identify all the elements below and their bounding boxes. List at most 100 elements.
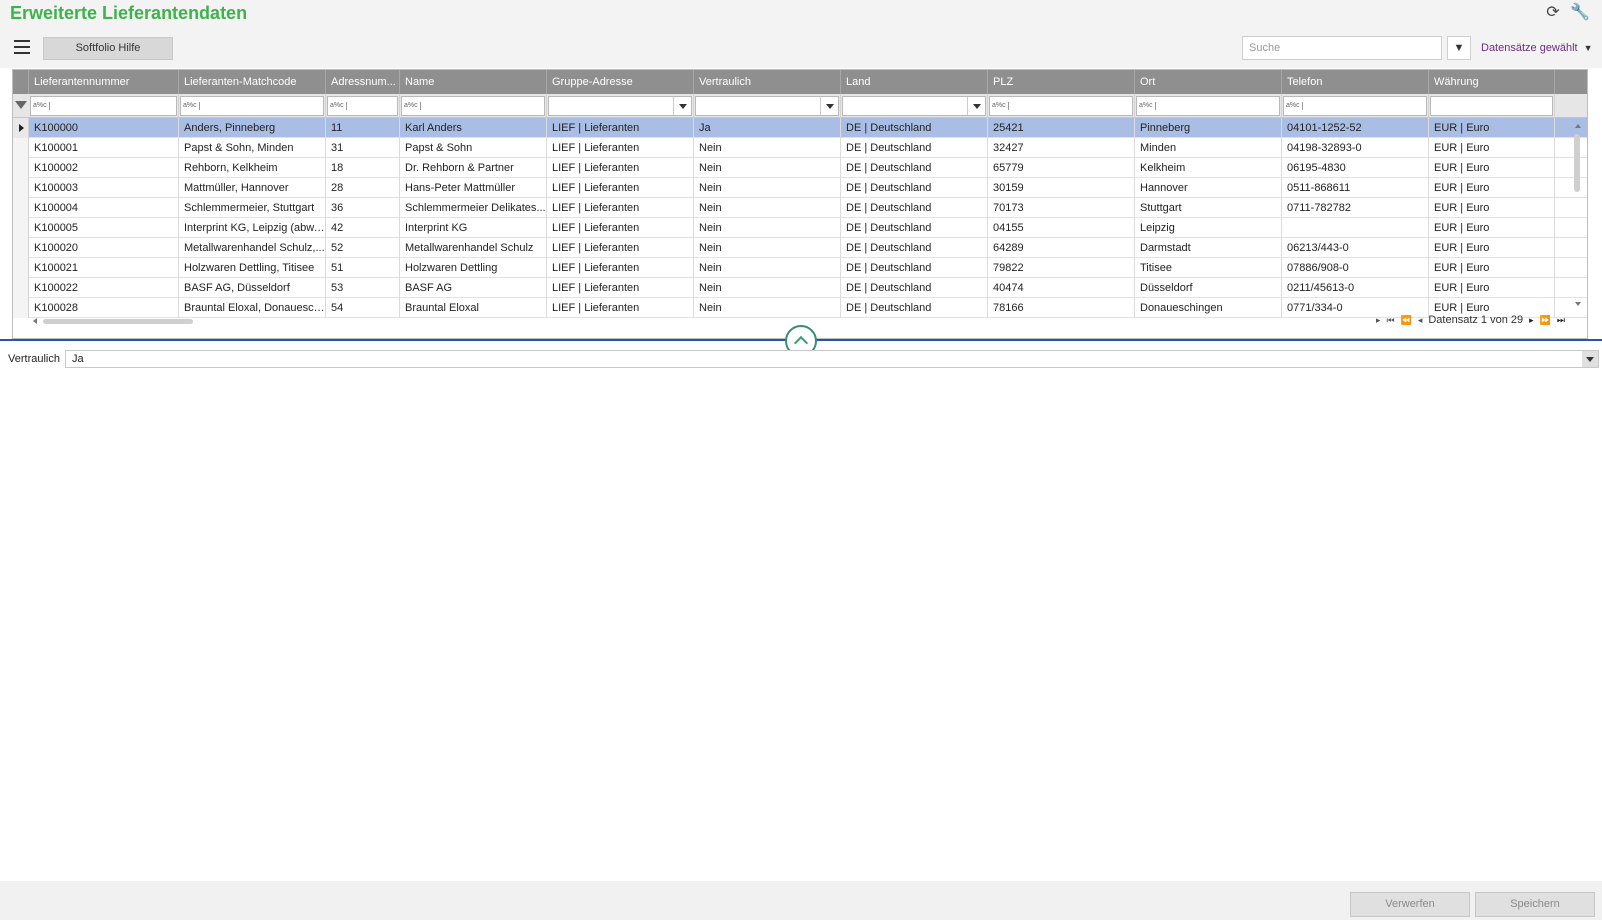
records-selected-dropdown[interactable]: Datensätze gewählt ▼ xyxy=(1481,42,1593,54)
column-header[interactable]: PLZ xyxy=(988,70,1135,94)
filter-operator-icon[interactable]: a%c xyxy=(1139,102,1156,110)
table-cell[interactable]: 07886/908-0 xyxy=(1282,258,1429,278)
filter-input[interactable]: a%c xyxy=(401,96,545,116)
table-cell[interactable]: K100005 xyxy=(29,218,179,238)
table-cell[interactable]: DE | Deutschland xyxy=(841,118,988,138)
filter-input[interactable]: a%c xyxy=(989,96,1133,116)
refresh-icon[interactable]: ⟳ xyxy=(1544,2,1562,22)
table-cell[interactable]: EUR | Euro xyxy=(1429,278,1555,298)
scroll-thumb[interactable] xyxy=(1574,134,1580,192)
table-cell[interactable]: Titisee xyxy=(1135,258,1282,278)
vertical-scrollbar[interactable] xyxy=(1573,120,1583,308)
wrench-icon[interactable]: 🔧 xyxy=(1570,2,1590,22)
table-cell[interactable]: EUR | Euro xyxy=(1429,238,1555,258)
table-cell[interactable]: 70173 xyxy=(988,198,1135,218)
table-cell[interactable]: K100001 xyxy=(29,138,179,158)
table-cell[interactable]: 11 xyxy=(326,118,400,138)
table-cell[interactable]: 32427 xyxy=(988,138,1135,158)
table-cell[interactable]: Nein xyxy=(694,158,841,178)
table-cell[interactable]: 04101-1252-52 xyxy=(1282,118,1429,138)
table-cell[interactable]: Brauntal Eloxal xyxy=(400,298,547,318)
table-cell[interactable]: Rehborn, Kelkheim xyxy=(179,158,326,178)
table-row[interactable]: K100002 Rehborn, Kelkheim 18 Dr. Rehborn & … xyxy=(13,158,1587,178)
chevron-down-icon[interactable] xyxy=(673,97,691,115)
column-header[interactable]: Gruppe-Adresse xyxy=(547,70,694,94)
table-cell[interactable]: Pinneberg xyxy=(1135,118,1282,138)
table-cell[interactable]: Darmstadt xyxy=(1135,238,1282,258)
table-cell[interactable]: K100000 xyxy=(29,118,179,138)
table-cell[interactable]: DE | Deutschland xyxy=(841,298,988,318)
table-cell[interactable]: LIEF | Lieferanten xyxy=(547,218,694,238)
table-cell[interactable]: Schlemmermeier Delikates... xyxy=(400,198,547,218)
table-cell[interactable]: Metallwarenhandel Schulz xyxy=(400,238,547,258)
table-cell[interactable]: Karl Anders xyxy=(400,118,547,138)
table-cell[interactable]: Donaueschingen xyxy=(1135,298,1282,318)
table-cell[interactable]: Nein xyxy=(694,258,841,278)
column-header[interactable]: Lieferantennummer xyxy=(29,70,179,94)
column-header[interactable]: Telefon xyxy=(1282,70,1429,94)
table-cell[interactable]: 79822 xyxy=(988,258,1135,278)
search-input[interactable] xyxy=(1242,36,1442,60)
table-cell[interactable]: 31 xyxy=(326,138,400,158)
table-cell[interactable]: Nein xyxy=(694,238,841,258)
table-cell[interactable]: 04155 xyxy=(988,218,1135,238)
table-cell[interactable]: Nein xyxy=(694,138,841,158)
table-cell[interactable]: Hannover xyxy=(1135,178,1282,198)
table-cell[interactable]: DE | Deutschland xyxy=(841,238,988,258)
table-row[interactable]: K100020 Metallwarenhandel Schulz,... 52 Met… xyxy=(13,238,1587,258)
row-gutter[interactable] xyxy=(13,238,29,258)
table-cell[interactable]: 51 xyxy=(326,258,400,278)
filter-dropdown[interactable] xyxy=(548,96,692,116)
table-cell[interactable]: Nein xyxy=(694,298,841,318)
table-row[interactable]: K100004 Schlemmermeier, Stuttgart 36 Schlem… xyxy=(13,198,1587,218)
table-cell[interactable]: Nein xyxy=(694,218,841,238)
table-cell[interactable]: Brauntal Eloxal, Donauesch... xyxy=(179,298,326,318)
table-cell[interactable]: EUR | Euro xyxy=(1429,138,1555,158)
table-cell[interactable]: 06195-4830 xyxy=(1282,158,1429,178)
table-cell[interactable]: Stuttgart xyxy=(1135,198,1282,218)
table-cell[interactable]: Interprint KG, Leipzig (abw.... xyxy=(179,218,326,238)
pager-prev-icon[interactable]: ◂ xyxy=(1418,315,1423,326)
table-cell[interactable]: 18 xyxy=(326,158,400,178)
table-cell[interactable]: 42 xyxy=(326,218,400,238)
column-header[interactable]: Adressnum... xyxy=(326,70,400,94)
table-cell[interactable]: LIEF | Lieferanten xyxy=(547,158,694,178)
save-button[interactable]: Speichern xyxy=(1475,892,1595,917)
table-cell[interactable]: BASF AG, Düsseldorf xyxy=(179,278,326,298)
table-cell[interactable]: Interprint KG xyxy=(400,218,547,238)
table-cell[interactable]: DE | Deutschland xyxy=(841,278,988,298)
help-button[interactable]: Softfolio Hilfe xyxy=(43,37,173,60)
table-cell[interactable]: EUR | Euro xyxy=(1429,118,1555,138)
table-cell[interactable]: Nein xyxy=(694,178,841,198)
table-cell[interactable]: LIEF | Lieferanten xyxy=(547,118,694,138)
row-gutter[interactable] xyxy=(13,218,29,238)
table-cell[interactable]: LIEF | Lieferanten xyxy=(547,258,694,278)
table-cell[interactable]: Holzwaren Dettling xyxy=(400,258,547,278)
table-cell[interactable]: 36 xyxy=(326,198,400,218)
table-cell[interactable]: 0511-868611 xyxy=(1282,178,1429,198)
table-cell[interactable]: K100028 xyxy=(29,298,179,318)
column-header[interactable]: Name xyxy=(400,70,547,94)
table-cell[interactable]: EUR | Euro xyxy=(1429,258,1555,278)
table-cell[interactable]: 40474 xyxy=(988,278,1135,298)
table-cell[interactable]: LIEF | Lieferanten xyxy=(547,278,694,298)
table-cell[interactable]: LIEF | Lieferanten xyxy=(547,298,694,318)
pager-last-icon[interactable]: ⏭ xyxy=(1557,315,1565,326)
table-cell[interactable]: Kelkheim xyxy=(1135,158,1282,178)
filter-operator-icon[interactable]: a%c xyxy=(183,102,200,110)
filter-operator-icon[interactable]: a%c xyxy=(33,102,50,110)
table-cell[interactable]: 64289 xyxy=(988,238,1135,258)
table-cell[interactable]: LIEF | Lieferanten xyxy=(547,238,694,258)
table-row[interactable]: K100000 Anders, Pinneberg 11 Karl Anders LIE… xyxy=(13,118,1587,138)
table-cell[interactable]: DE | Deutschland xyxy=(841,198,988,218)
funnel-icon[interactable]: ▼ xyxy=(1447,36,1471,60)
table-cell[interactable]: 54 xyxy=(326,298,400,318)
table-cell[interactable]: 65779 xyxy=(988,158,1135,178)
table-cell[interactable]: 53 xyxy=(326,278,400,298)
table-cell[interactable]: 25421 xyxy=(988,118,1135,138)
scroll-left-icon[interactable] xyxy=(33,318,37,324)
row-gutter[interactable] xyxy=(13,278,29,298)
filter-input[interactable]: a%c xyxy=(30,96,177,116)
table-cell[interactable]: 78166 xyxy=(988,298,1135,318)
menu-icon[interactable] xyxy=(14,40,30,54)
